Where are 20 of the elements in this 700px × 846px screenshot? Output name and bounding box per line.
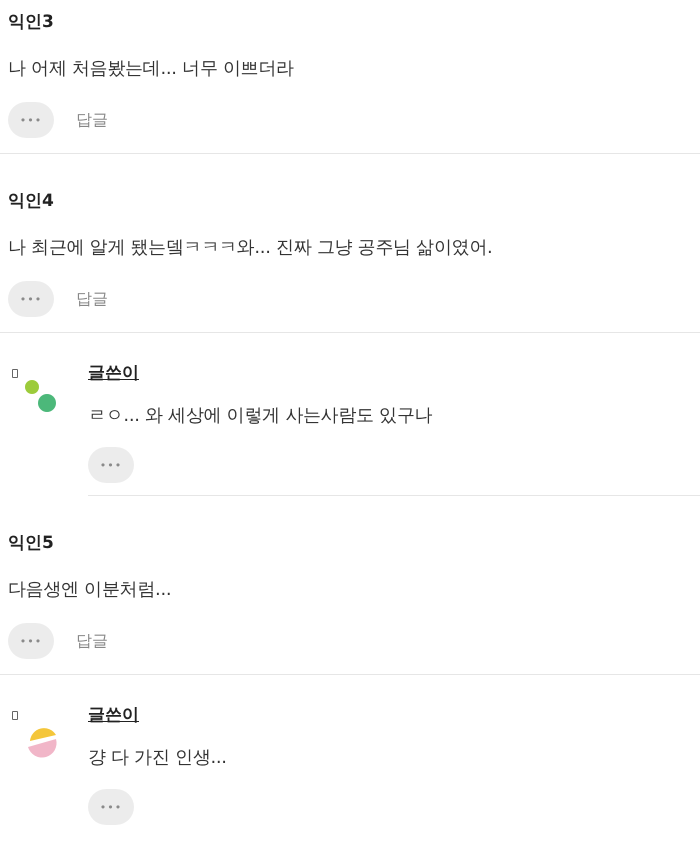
comment-author: 익인3: [8, 11, 55, 34]
reply-link[interactable]: 답글: [76, 110, 108, 130]
reply-link[interactable]: 답글: [76, 288, 108, 310]
comment-text: 나 최근에 알게 됐는뎈ㅋㅋㅋ와... 진짜 그냥 공주님 삶이였어.: [8, 236, 494, 260]
more-button[interactable]: •••: [88, 447, 134, 483]
more-button[interactable]: •••: [8, 623, 54, 659]
reply-marker-icon: [12, 711, 18, 720]
reply-marker-icon: [12, 369, 18, 378]
more-button[interactable]: •••: [8, 102, 54, 138]
comment-author: 익인5: [8, 532, 55, 555]
reply-text: 걍 다 가진 인생...: [88, 746, 228, 770]
comment-author: 익인4: [8, 190, 55, 213]
comment-text: 나 어제 처음봤는데... 너무 이쁘더라: [8, 57, 295, 81]
reply-author[interactable]: 글쓴이: [88, 359, 700, 387]
comment-text: 다음생엔 이분처럼...: [8, 578, 172, 602]
reply-author[interactable]: 글쓴이: [88, 701, 700, 729]
reply-link[interactable]: 답글: [76, 630, 108, 652]
reply-text: ㄹㅇ... 와 세상에 이렇게 사는사람도 있구나: [88, 404, 434, 428]
more-button[interactable]: •••: [88, 789, 134, 825]
more-button[interactable]: •••: [8, 281, 54, 317]
